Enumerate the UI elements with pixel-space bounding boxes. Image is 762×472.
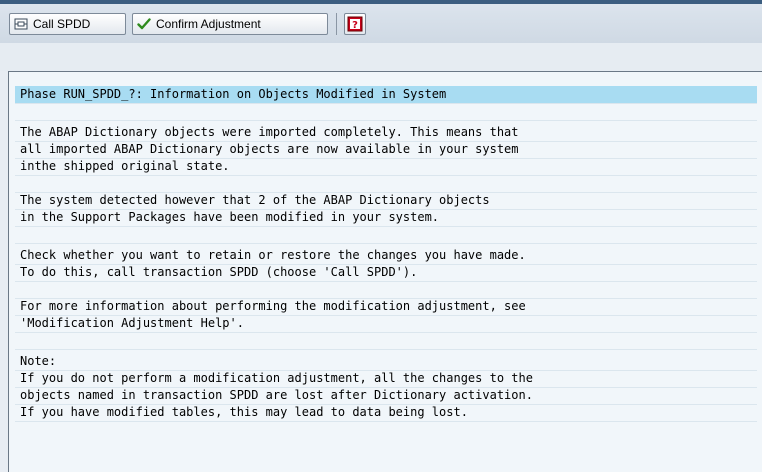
spacer-area xyxy=(0,43,762,71)
toolbar-separator xyxy=(336,13,337,35)
checkmark-icon xyxy=(137,17,151,31)
text-line xyxy=(15,332,757,349)
text-line: The ABAP Dictionary objects were importe… xyxy=(20,125,519,139)
line-rule xyxy=(15,349,757,350)
line-rule xyxy=(15,120,757,121)
call-transaction-icon xyxy=(14,17,28,31)
call-spdd-label: Call SPDD xyxy=(33,17,91,31)
text-line: For more information about performing th… xyxy=(20,299,526,313)
text-line: The system detected however that 2 of th… xyxy=(20,193,490,207)
confirm-adjustment-button[interactable]: Confirm Adjustment xyxy=(132,13,328,35)
text-line: 'Modification Adjustment Help'. xyxy=(20,316,244,330)
help-icon: ? xyxy=(347,16,363,32)
text-line: inthe shipped original state. xyxy=(20,159,230,173)
text-line xyxy=(15,281,757,298)
text-line xyxy=(15,175,757,192)
confirm-adjustment-label: Confirm Adjustment xyxy=(156,17,261,31)
line-rule xyxy=(15,243,757,244)
text-line: If you have modified tables, this may le… xyxy=(20,405,468,419)
text-line: in the Support Packages have been modifi… xyxy=(20,210,440,224)
help-button[interactable]: ? xyxy=(344,13,366,35)
text-line xyxy=(15,226,757,243)
text-line: objects named in transaction SPDD are lo… xyxy=(20,388,533,402)
text-line: To do this, call transaction SPDD (choos… xyxy=(20,265,418,279)
text-line: all imported ABAP Dictionary objects are… xyxy=(20,142,519,156)
line-rule xyxy=(15,421,757,422)
svg-text:?: ? xyxy=(352,20,358,31)
text-line: If you do not perform a modification adj… xyxy=(20,371,533,385)
text-line: Check whether you want to retain or rest… xyxy=(20,248,526,262)
call-spdd-button[interactable]: Call SPDD xyxy=(9,13,126,35)
text-line xyxy=(15,103,757,120)
text-display-panel: Phase RUN_SPDD_?: Information on Objects… xyxy=(8,71,762,472)
application-toolbar: Call SPDD Confirm Adjustment ? xyxy=(0,0,762,43)
title-bar-edge xyxy=(0,0,762,4)
text-line: Note: xyxy=(20,354,57,368)
text-line-heading: Phase RUN_SPDD_?: Information on Objects… xyxy=(15,86,757,103)
